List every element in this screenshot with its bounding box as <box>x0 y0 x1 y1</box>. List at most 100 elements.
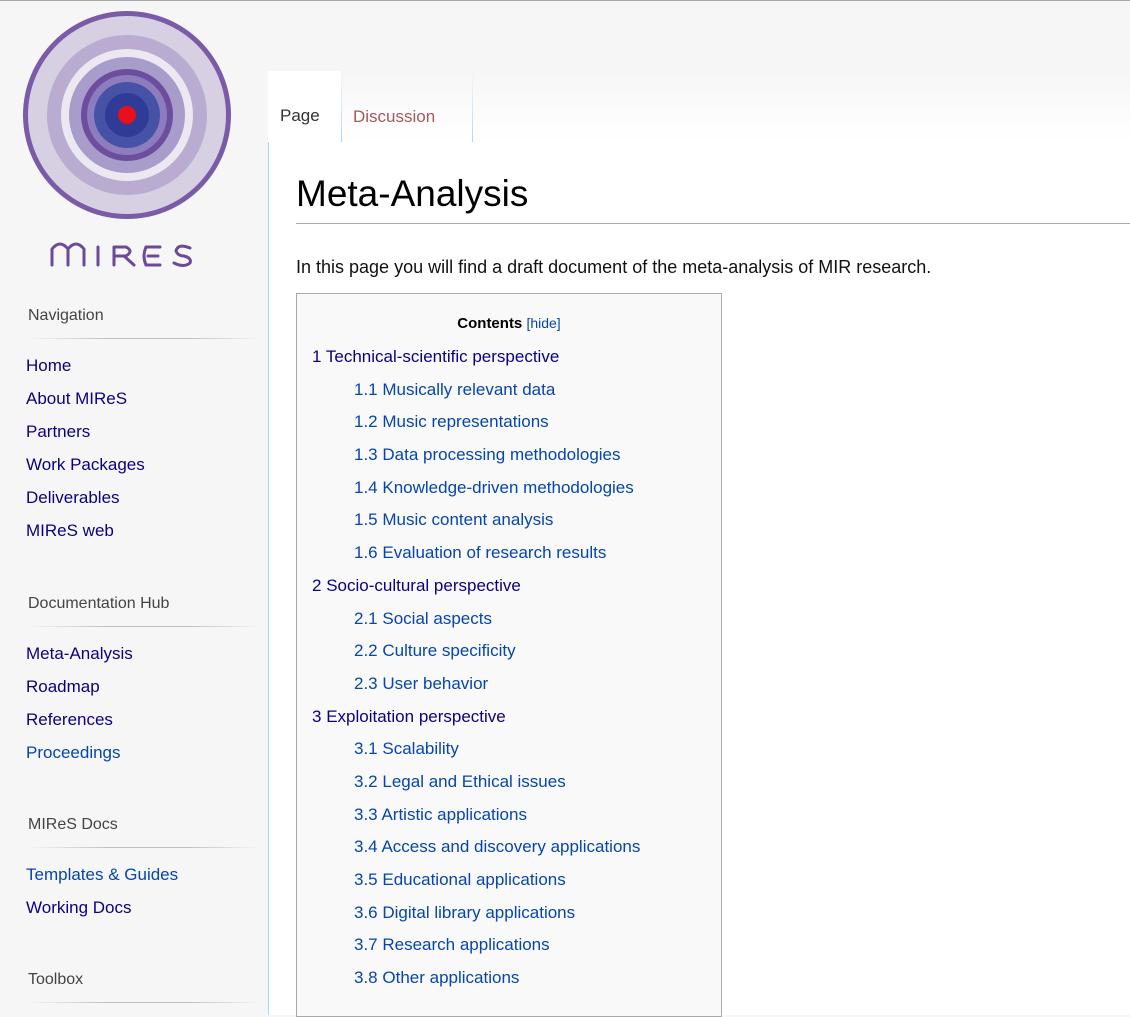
toc-text: Legal and Ethical issues <box>382 771 566 791</box>
toc-link[interactable]: 1.6 Evaluation of research results <box>354 543 606 562</box>
toc-item: 1.4 Knowledge-driven methodologies <box>297 472 721 505</box>
sidebar-item-home[interactable]: Home <box>26 356 71 375</box>
toc-text: Knowledge-driven methodologies <box>382 477 634 497</box>
toc-link[interactable]: 1 Technical-scientific perspective <box>312 347 559 366</box>
toc-item: 3.2 Legal and Ethical issues <box>297 766 721 799</box>
documentation-list: Meta-Analysis Roadmap References Proceed… <box>26 637 268 769</box>
sidebar-item-templates-guides[interactable]: Templates & Guides <box>26 865 178 884</box>
sidebar-item-meta-analysis[interactable]: Meta-Analysis <box>26 644 133 663</box>
toc-item: 2.3 User behavior <box>297 668 721 701</box>
toc-list: 1 Technical-scientific perspective 1.1 Mu… <box>297 341 721 995</box>
toc-number: 1.6 <box>354 543 378 563</box>
toc-link[interactable]: 1.2 Music representations <box>354 412 549 431</box>
toc-item: 3.8 Other applications <box>297 962 721 995</box>
toc-number: 2 <box>312 575 322 595</box>
toc-text: Other applications <box>382 968 520 988</box>
toc-text: Music content analysis <box>382 510 554 530</box>
toc-item: 2.1 Social aspects <box>297 603 721 636</box>
sidebar: Navigation Home About MIReS Partners Wor… <box>0 1 268 1015</box>
toc-link[interactable]: 3.7 Research applications <box>354 935 550 954</box>
toc-text: User behavior <box>382 673 489 693</box>
portal-heading-toolbox[interactable]: Toolbox <box>28 971 258 1003</box>
sidebar-item-working-docs[interactable]: Working Docs <box>26 898 132 917</box>
toc-text: Exploitation perspective <box>326 706 506 726</box>
toc-link[interactable]: 1.3 Data processing methodologies <box>354 445 621 464</box>
toc-number: 3 <box>312 706 322 726</box>
tab-separator <box>472 71 473 143</box>
toc-link[interactable]: 2.3 User behavior <box>354 674 488 693</box>
table-of-contents: Contents [hide] 1 Technical-scientific p… <box>296 293 722 1017</box>
toc-number: 1.2 <box>354 412 378 432</box>
sidebar-item-references[interactable]: References <box>26 710 113 729</box>
toc-number: 3.2 <box>354 771 378 791</box>
toc-link[interactable]: 3.3 Artistic applications <box>354 805 527 824</box>
toc-item: 1.3 Data processing methodologies <box>297 439 721 472</box>
toc-item: 3.1 Scalability <box>297 733 721 766</box>
site-logo[interactable] <box>22 7 244 269</box>
sidebar-item-proceedings[interactable]: Proceedings <box>26 743 121 762</box>
toc-item: 3.4 Access and discovery applications <box>297 831 721 864</box>
toc-text: Data processing methodologies <box>382 445 621 465</box>
toc-link[interactable]: 1.1 Musically relevant data <box>354 380 555 399</box>
portal-heading-navigation: Navigation <box>28 307 258 339</box>
sidebar-item-partners[interactable]: Partners <box>26 422 90 441</box>
toc-title: Contents <box>457 315 523 332</box>
intro-paragraph: In this page you will find a draft docum… <box>296 257 932 277</box>
portal-documentation-hub: Documentation Hub Meta-Analysis Roadmap … <box>26 595 268 769</box>
toc-text: Research applications <box>382 935 550 955</box>
docs-list: Templates & Guides Working Docs <box>26 858 268 924</box>
toc-link[interactable]: 3.8 Other applications <box>354 968 519 987</box>
toc-number: 3.1 <box>354 739 378 759</box>
toc-item: 3.7 Research applications <box>297 929 721 962</box>
toc-text: Culture specificity <box>382 641 516 661</box>
toc-number: 1.5 <box>354 510 378 530</box>
toc-link[interactable]: 3.4 Access and discovery applications <box>354 837 640 856</box>
portal-navigation: Navigation Home About MIReS Partners Wor… <box>26 307 268 547</box>
toc-text: Access and discovery applications <box>381 837 641 857</box>
toc-number: 3.5 <box>354 870 378 889</box>
toc-text: Musically relevant data <box>382 379 556 399</box>
toc-item: 3 Exploitation perspective <box>297 701 721 734</box>
toc-item: 1.5 Music content analysis <box>297 504 721 537</box>
sidebar-item-deliverables[interactable]: Deliverables <box>26 488 120 507</box>
portal-heading-documentation-hub: Documentation Hub <box>28 595 258 627</box>
toc-link[interactable]: 1.5 Music content analysis <box>354 510 553 529</box>
tab-page[interactable]: Page <box>268 71 341 144</box>
toc-number: 2.2 <box>354 641 378 661</box>
toc-item: 3.3 Artistic applications <box>297 799 721 832</box>
toc-item: 3.5 Educational applications <box>297 864 721 897</box>
tab-page-label: Page <box>280 106 320 125</box>
toc-link[interactable]: 3.5 Educational applications <box>354 870 566 889</box>
toc-text: Music representations <box>382 412 549 432</box>
toc-link[interactable]: 1.4 Knowledge-driven methodologies <box>354 478 634 497</box>
toc-link[interactable]: 3.6 Digital library applications <box>354 903 575 922</box>
toc-text: Social aspects <box>382 608 492 628</box>
toc-link[interactable]: 2.2 Culture specificity <box>354 641 516 660</box>
sidebar-item-about[interactable]: About MIReS <box>26 389 127 408</box>
toc-hide-toggle[interactable]: [hide] <box>526 315 560 331</box>
toc-number: 1.4 <box>354 477 378 497</box>
toc-number: 2.1 <box>354 608 378 628</box>
toc-number: 2.3 <box>354 673 378 693</box>
toc-text: Socio-cultural perspective <box>326 575 521 595</box>
nav-list: Home About MIReS Partners Work Packages … <box>26 349 268 547</box>
toc-number: 3.4 <box>354 837 378 857</box>
toc-link[interactable]: 3.1 Scalability <box>354 739 459 758</box>
toc-link[interactable]: 3 Exploitation perspective <box>312 707 506 726</box>
tab-discussion-label: Discussion <box>353 107 436 126</box>
toc-number: 3.3 <box>354 804 378 824</box>
toc-text: Technical-scientific perspective <box>325 347 560 366</box>
toc-item: 2.2 Culture specificity <box>297 635 721 668</box>
toc-item: 2 Socio-cultural perspective <box>297 570 721 603</box>
sidebar-item-roadmap[interactable]: Roadmap <box>26 677 100 696</box>
toc-link[interactable]: 2.1 Social aspects <box>354 609 492 628</box>
toc-link[interactable]: 3.2 Legal and Ethical issues <box>354 772 566 791</box>
toc-number: 1.1 <box>354 379 378 399</box>
toc-link[interactable]: 2 Socio-cultural perspective <box>312 576 521 595</box>
sidebar-item-mires-web[interactable]: MIReS web <box>26 521 114 540</box>
tab-discussion[interactable]: Discussion <box>342 71 472 143</box>
portal-heading-mires-docs: MIReS Docs <box>28 816 258 848</box>
toc-item: 1.1 Musically relevant data <box>297 374 721 407</box>
sidebar-item-work-packages[interactable]: Work Packages <box>26 455 145 474</box>
toc-item: 3.6 Digital library applications <box>297 897 721 930</box>
